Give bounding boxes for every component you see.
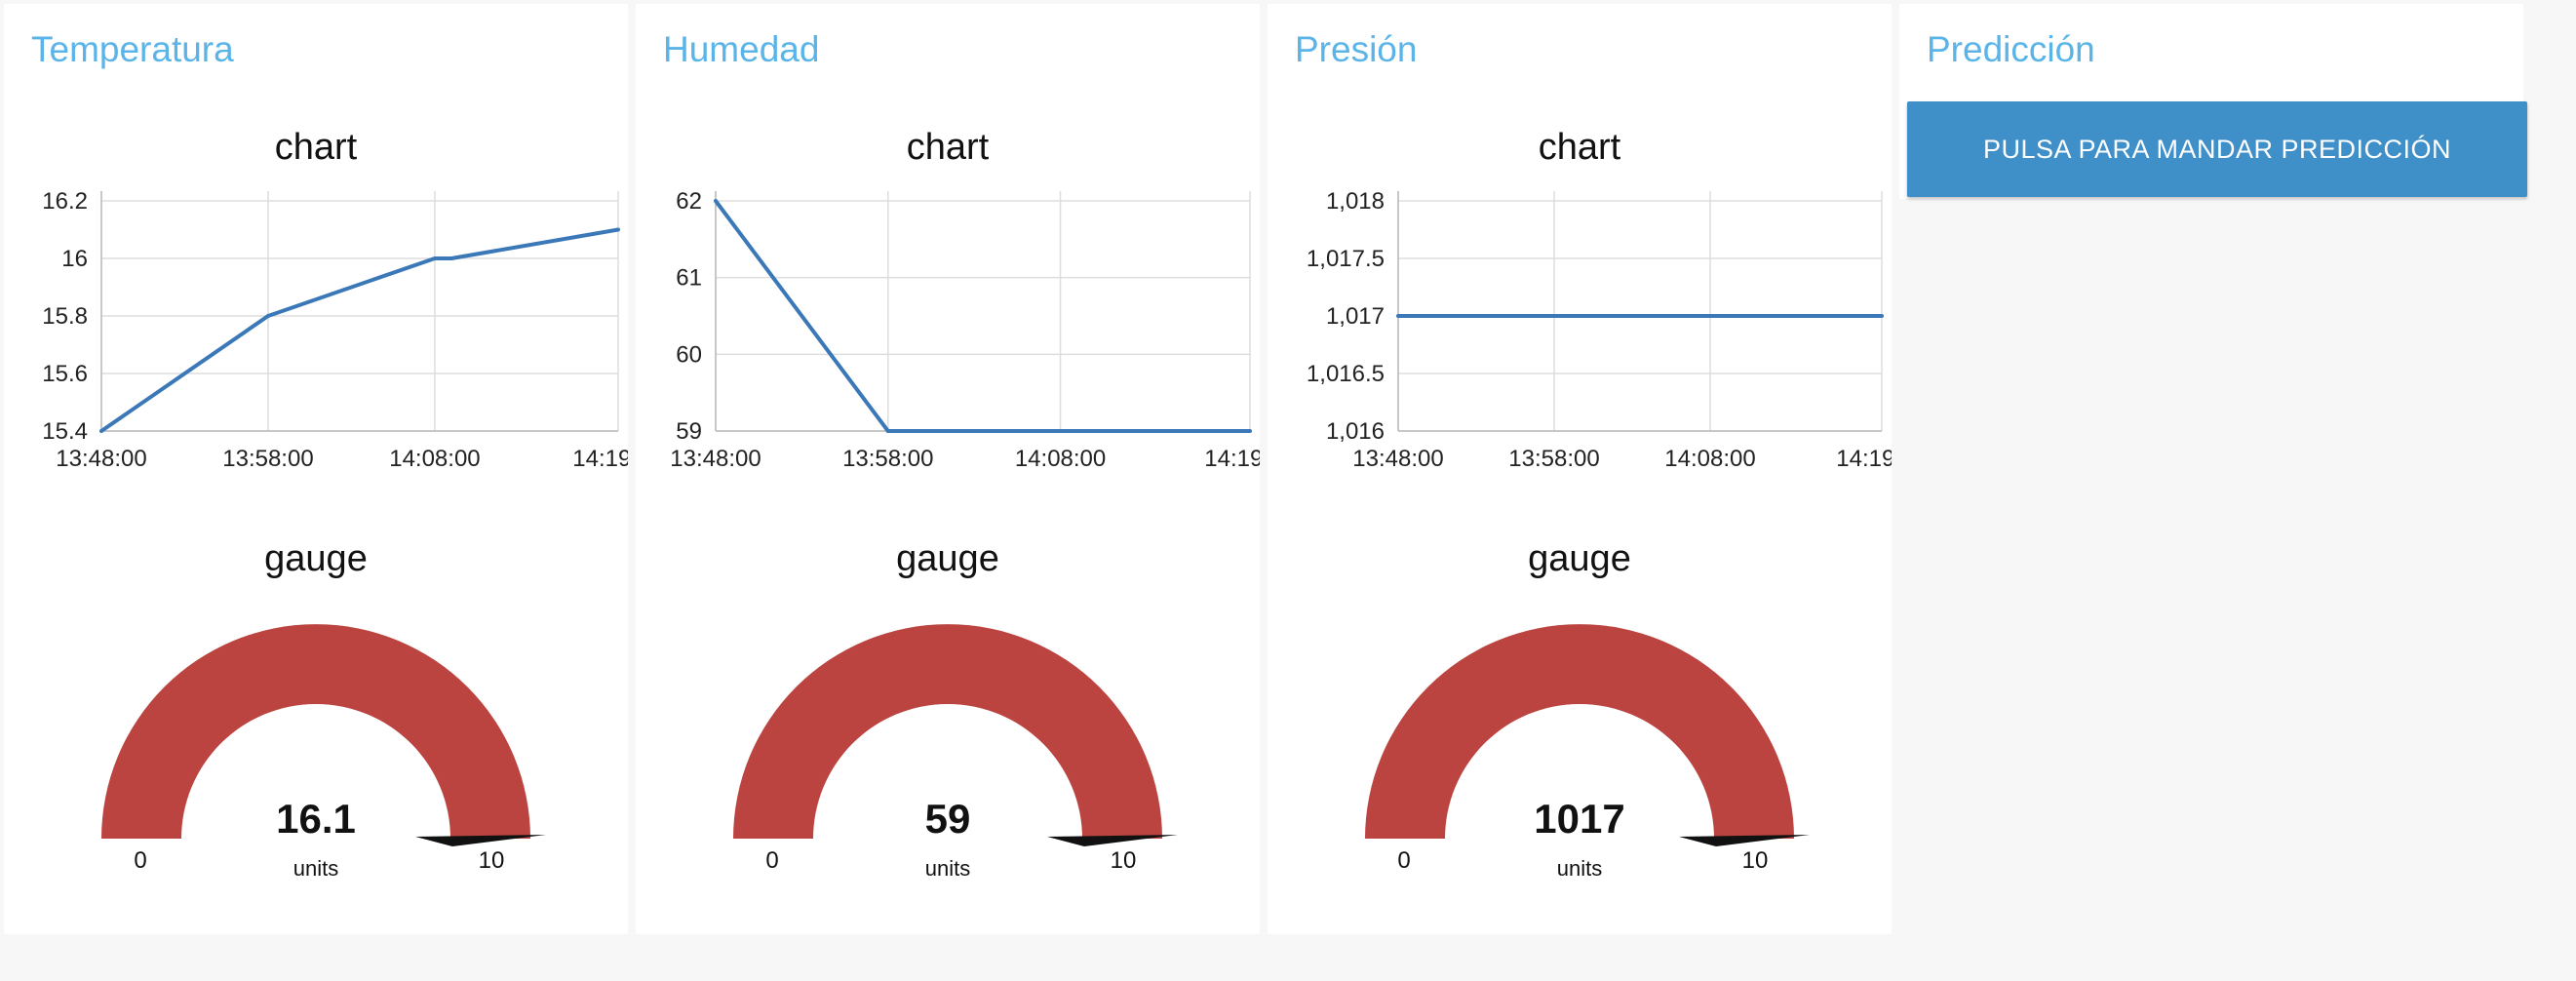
y-tick-label: 1,016 [1326, 418, 1385, 445]
gauge-max: 10 [1111, 847, 1137, 874]
gauge-value: 16.1 [276, 796, 356, 842]
gauge-max: 10 [479, 847, 505, 874]
y-tick-label: 1,017.5 [1307, 246, 1385, 272]
gauge-min: 0 [765, 847, 778, 874]
gauge-max: 10 [1742, 847, 1769, 874]
gauge-min: 0 [134, 847, 146, 874]
x-tick-label: 14:19:00 [1204, 446, 1260, 468]
gauge-needle [415, 835, 546, 846]
send-prediction-button[interactable]: PULSA PARA MANDAR PREDICCIÓN [1907, 101, 2527, 197]
y-tick-label: 1,018 [1326, 188, 1385, 215]
x-tick-label: 14:19:00 [572, 446, 628, 468]
y-tick-label: 16 [61, 246, 88, 272]
x-tick-label: 14:08:00 [1015, 446, 1106, 468]
data-point [1396, 314, 1400, 318]
data-point [714, 199, 718, 203]
gauge-title: gauge [896, 538, 999, 579]
group-presion: Presión chart 1,016 1,016.5 1,017 1,017.5 1,… [1268, 4, 1892, 934]
x-tick-label: 14:08:00 [389, 446, 480, 468]
y-tick-label: 16.2 [42, 188, 88, 215]
group-title: Presión [1295, 29, 1418, 69]
y-tick-label: 62 [676, 188, 702, 215]
y-tick-label: 1,017 [1326, 303, 1385, 330]
x-tick-label: 13:58:00 [842, 446, 933, 468]
gauge-value: 1017 [1534, 796, 1624, 842]
y-tick-label: 15.4 [42, 418, 88, 445]
data-point [265, 314, 270, 318]
x-tick-label: 13:48:00 [1352, 446, 1443, 468]
gauge-units: units [1557, 856, 1602, 881]
x-tick-label: 14:19:00 [1836, 446, 1892, 468]
chart-title: chart [1538, 127, 1621, 168]
data-point [885, 429, 890, 433]
data-point [1552, 314, 1556, 318]
data-point [1058, 429, 1063, 433]
x-tick-label: 13:48:00 [670, 446, 761, 468]
chart-title: chart [906, 127, 990, 168]
gauge-title: gauge [264, 538, 368, 579]
humidity-gauge: 59 units 0 10 [733, 624, 1178, 881]
data-point [99, 429, 103, 433]
data-point [1248, 429, 1252, 433]
group-title: Humedad [663, 29, 820, 69]
gauge-needle [1679, 835, 1810, 846]
x-tick-label: 14:08:00 [1664, 446, 1755, 468]
gauge-title: gauge [1528, 538, 1631, 579]
pressure-chart: 1,016 1,016.5 1,017 1,017.5 1,018 13:48:00 13:… [1307, 188, 1892, 468]
series-line [99, 227, 619, 433]
group-temperatura: Temperatura chart 15.4 15.6 15.8 16 16.2 13:4… [4, 4, 628, 934]
x-tick-label: 13:58:00 [222, 446, 313, 468]
group-title: Predicción [1927, 29, 2095, 69]
y-tick-label: 61 [676, 265, 702, 292]
humidity-chart: 59 60 61 62 13:48:00 13:58:00 14:08:00 14:19:00 [670, 188, 1260, 468]
series-line [714, 199, 1250, 433]
temperature-gauge: 16.1 units 0 10 [101, 624, 546, 881]
group-prediccion: Predicción PULSA PARA MANDAR PREDICCIÓN [1899, 4, 2527, 199]
pressure-gauge: 1017 units 0 10 [1365, 624, 1810, 881]
gauge-needle [1047, 835, 1178, 846]
data-point [432, 256, 437, 260]
y-tick-label: 15.6 [42, 361, 88, 387]
temperature-chart: 15.4 15.6 15.8 16 16.2 13:48:00 13:58:00 14:08:… [42, 188, 628, 468]
y-tick-label: 15.8 [42, 303, 88, 330]
chart-title: chart [274, 127, 358, 168]
gauge-units: units [293, 856, 338, 881]
data-point [616, 227, 620, 232]
y-tick-label: 1,016.5 [1307, 361, 1385, 387]
gauge-value: 59 [925, 796, 971, 842]
y-tick-label: 60 [676, 341, 702, 368]
gauge-units: units [925, 856, 970, 881]
gauge-min: 0 [1397, 847, 1410, 874]
x-tick-label: 13:58:00 [1508, 446, 1599, 468]
y-tick-label: 59 [676, 418, 702, 445]
group-humedad: Humedad chart 59 60 61 62 13:48:00 13:58:00 14… [636, 4, 1260, 934]
x-tick-label: 13:48:00 [56, 446, 146, 468]
data-point [1708, 314, 1712, 318]
data-point [449, 256, 454, 260]
data-point [1880, 314, 1884, 318]
group-title: Temperatura [31, 29, 234, 69]
